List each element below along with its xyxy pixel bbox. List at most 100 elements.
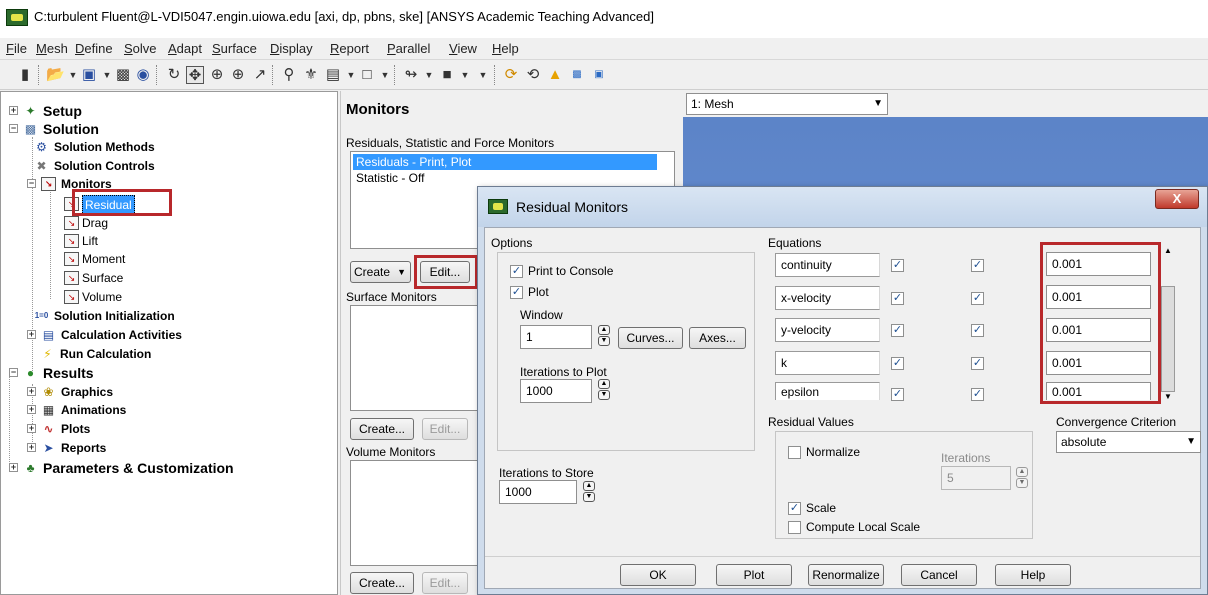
zoom-in-icon[interactable]: ⊕ <box>229 66 247 84</box>
view-icon[interactable]: ▤ <box>324 66 342 84</box>
help-icon[interactable]: ◉ <box>134 66 152 84</box>
expand-icon[interactable]: + <box>27 330 36 339</box>
window-stepper[interactable]: ▲ ▼ <box>598 325 610 347</box>
normalize-checkbox[interactable]: ✓ <box>788 446 801 459</box>
list-item[interactable]: Statistic - Off <box>353 170 427 186</box>
monitor-check-checkbox[interactable]: ✓ <box>891 292 904 305</box>
dialog-title: Residual Monitors <box>516 199 629 215</box>
close-button[interactable]: X <box>1155 189 1199 209</box>
cancel-button[interactable]: Cancel <box>901 564 977 586</box>
convergence-criterion-select[interactable]: absolute ▼ <box>1056 431 1201 453</box>
curves-button[interactable]: Curves... <box>618 327 683 349</box>
menu-solve[interactable]: Solve <box>124 41 157 56</box>
graphics-window-select[interactable]: 1: Mesh ▼ <box>686 93 888 115</box>
expand-icon[interactable]: + <box>27 405 36 414</box>
expand-icon[interactable]: + <box>27 424 36 433</box>
menu-report[interactable]: Report <box>330 41 369 56</box>
spin-down-icon[interactable]: ▼ <box>598 336 610 346</box>
monitor-check-checkbox[interactable]: ✓ <box>891 324 904 337</box>
ansys-logo-icon[interactable]: ▲ <box>546 66 564 84</box>
color-block-icon[interactable]: ■ <box>438 66 456 84</box>
menu-help[interactable]: Help <box>492 41 519 56</box>
print-to-console-checkbox[interactable]: ✓ <box>510 265 523 278</box>
check-convergence-checkbox[interactable]: ✓ <box>971 324 984 337</box>
monitor-icon: ↘ <box>64 252 79 266</box>
scrollbar-thumb[interactable] <box>1161 286 1175 392</box>
zoom-icon[interactable]: ⊕ <box>208 66 226 84</box>
monitor-check-checkbox[interactable]: ✓ <box>891 357 904 370</box>
open-folder-icon[interactable]: 📂 <box>46 66 65 84</box>
equations-scrollbar[interactable]: ▲ ▼ <box>1160 244 1176 402</box>
menu-define[interactable]: Define <box>75 41 113 56</box>
menu-parallel[interactable]: Parallel <box>387 41 430 56</box>
spin-up-icon[interactable]: ▲ <box>598 379 610 389</box>
scroll-up-icon[interactable]: ▲ <box>1164 246 1172 255</box>
check-convergence-checkbox[interactable]: ✓ <box>971 357 984 370</box>
dropdown-arrow-icon[interactable]: ▼ <box>420 66 438 84</box>
plot-checkbox[interactable]: ✓ <box>510 286 523 299</box>
menu-display[interactable]: Display <box>270 41 313 56</box>
check-convergence-checkbox[interactable]: ✓ <box>971 259 984 272</box>
save-icon[interactable]: ▣ <box>80 66 98 84</box>
list-item[interactable]: Residuals - Print, Plot <box>353 154 657 170</box>
spin-up-icon[interactable]: ▲ <box>598 325 610 335</box>
collapse-icon[interactable]: − <box>9 124 18 133</box>
monitor-check-checkbox[interactable]: ✓ <box>891 259 904 272</box>
window-icon[interactable]: □ <box>358 66 376 84</box>
menu-view[interactable]: View <box>449 41 477 56</box>
surface-create-button[interactable]: Create... <box>350 418 414 440</box>
menu-adapt[interactable]: Adapt <box>168 41 202 56</box>
axes-button[interactable]: Axes... <box>689 327 746 349</box>
compute-local-scale-checkbox[interactable]: ✓ <box>788 521 801 534</box>
scroll-down-icon[interactable]: ▼ <box>1164 392 1172 401</box>
transform-icon[interactable]: ↬ <box>402 66 420 84</box>
spin-down-icon[interactable]: ▼ <box>583 492 595 502</box>
rotate-icon[interactable]: ↻ <box>165 66 183 84</box>
iterations-to-store-input[interactable]: 1000 <box>499 480 577 504</box>
iterations-to-plot-input[interactable]: 1000 <box>520 379 592 403</box>
monitor-check-checkbox[interactable]: ✓ <box>891 388 904 401</box>
expand-icon[interactable]: + <box>27 443 36 452</box>
check-convergence-checkbox[interactable]: ✓ <box>971 292 984 305</box>
menu-surface[interactable]: Surface <box>212 41 257 56</box>
refresh-icon[interactable]: ⟲ <box>524 66 542 84</box>
scale-checkbox[interactable]: ✓ <box>788 502 801 515</box>
menu-file[interactable]: File <box>6 41 27 56</box>
plot-button[interactable]: Plot <box>716 564 792 586</box>
iterate-icon[interactable]: ⟳ <box>502 66 520 84</box>
check-convergence-checkbox[interactable]: ✓ <box>971 388 984 401</box>
spin-down-icon[interactable]: ▼ <box>598 390 610 400</box>
iterations-input: 5 <box>941 466 1011 490</box>
camera-icon[interactable]: ▩ <box>114 66 132 84</box>
mode-icon[interactable]: ▣ <box>590 66 608 84</box>
create-dropdown-button[interactable]: Create ▼ <box>350 261 411 283</box>
expand-icon[interactable]: + <box>27 387 36 396</box>
spin-up-icon[interactable]: ▲ <box>583 481 595 491</box>
zoom-to-fit-icon[interactable]: ⚲ <box>280 66 298 84</box>
dropdown-arrow-icon[interactable]: ▼ <box>376 66 394 84</box>
iterations-to-store-stepper[interactable]: ▲ ▼ <box>583 481 595 503</box>
collapse-icon[interactable]: − <box>27 179 36 188</box>
criteria-highlight-box <box>1040 242 1161 404</box>
collapse-icon[interactable]: − <box>9 368 18 377</box>
ok-button[interactable]: OK <box>620 564 696 586</box>
help-button[interactable]: Help <box>995 564 1071 586</box>
window-input[interactable]: 1 <box>520 325 592 349</box>
pan-icon[interactable]: ✥ <box>186 66 204 84</box>
monitor-icon: ↘ <box>64 290 79 304</box>
iterations-to-plot-stepper[interactable]: ▲ ▼ <box>598 379 610 401</box>
expand-icon[interactable]: + <box>9 463 18 472</box>
axes-icon[interactable]: ⚜ <box>302 66 320 84</box>
tree-connector <box>50 187 51 299</box>
dropdown-arrow-icon[interactable]: ▼ <box>474 66 492 84</box>
parallel-icon[interactable]: ▩ <box>568 66 586 84</box>
solution-icon: ▩ <box>24 122 37 136</box>
lock-icon[interactable]: ▮ <box>16 66 34 84</box>
volume-create-button[interactable]: Create... <box>350 572 414 594</box>
renormalize-button[interactable]: Renormalize <box>808 564 884 586</box>
dropdown-arrow-icon[interactable]: ▼ <box>456 66 474 84</box>
menu-mesh[interactable]: Mesh <box>36 41 68 56</box>
dialog-title-bar[interactable]: Residual Monitors X <box>478 187 1207 227</box>
probe-icon[interactable]: ↗ <box>251 66 269 84</box>
expand-icon[interactable]: + <box>9 106 18 115</box>
